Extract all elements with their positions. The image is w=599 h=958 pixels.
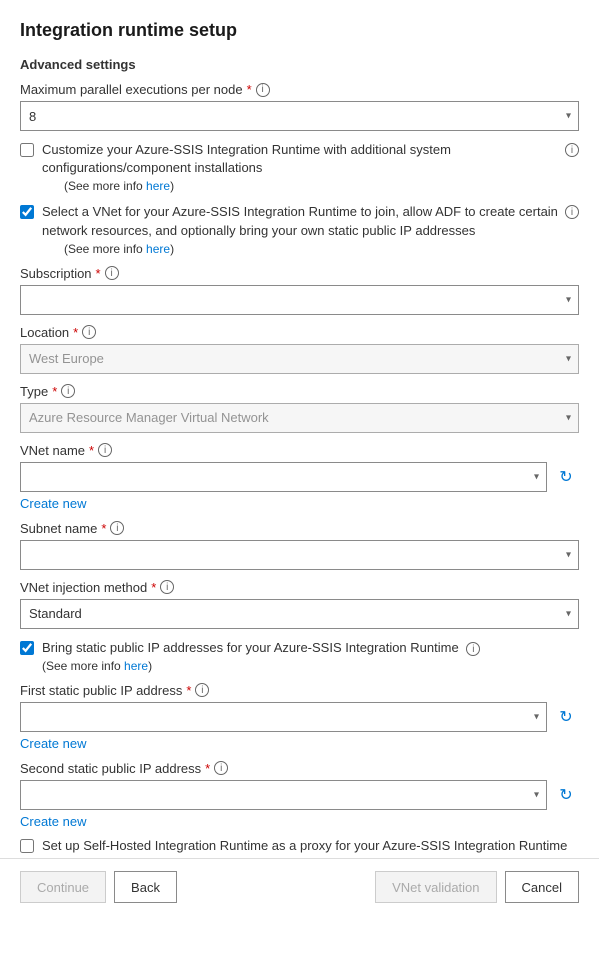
max-parallel-select[interactable]: 8 1 2 4 16 xyxy=(20,101,579,131)
customize-ssis-info-icon[interactable]: i xyxy=(565,143,579,157)
vnet-injection-label: VNet injection method * i xyxy=(20,580,579,595)
first-static-ip-refresh-button[interactable]: ↻ xyxy=(553,702,579,732)
self-hosted-checkbox[interactable] xyxy=(20,839,34,853)
first-static-ip-select-wrapper: ▾ xyxy=(20,702,547,732)
subscription-info-icon[interactable]: i xyxy=(105,266,119,280)
second-static-ip-row: ▾ ↻ xyxy=(20,780,579,810)
first-static-ip-required: * xyxy=(186,683,191,698)
second-static-ip-refresh-button[interactable]: ↻ xyxy=(553,780,579,810)
second-static-ip-select[interactable] xyxy=(20,780,547,810)
max-parallel-select-wrapper: 8 1 2 4 16 ▾ xyxy=(20,101,579,131)
continue-button[interactable]: Continue xyxy=(20,871,106,903)
vnet-name-row: ▾ ↻ xyxy=(20,462,579,492)
vnet-name-required: * xyxy=(89,443,94,458)
subscription-select-wrapper: ▾ xyxy=(20,285,579,315)
subnet-name-required: * xyxy=(101,521,106,536)
page-title: Integration runtime setup xyxy=(20,20,579,41)
subnet-name-label: Subnet name * i xyxy=(20,521,579,536)
subscription-select[interactable] xyxy=(20,285,579,315)
location-select-wrapper: West Europe ▾ xyxy=(20,344,579,374)
location-info-icon[interactable]: i xyxy=(82,325,96,339)
customize-ssis-here-link[interactable]: here xyxy=(146,179,170,193)
bring-static-ip-label: Bring static public IP addresses for you… xyxy=(42,640,459,655)
vnet-name-select[interactable] xyxy=(20,462,547,492)
vnet-name-label: VNet name * i xyxy=(20,443,579,458)
type-required: * xyxy=(52,384,57,399)
first-static-ip-label: First static public IP address * i xyxy=(20,683,579,698)
customize-ssis-label: Customize your Azure-SSIS Integration Ru… xyxy=(42,142,451,175)
second-static-ip-required: * xyxy=(205,761,210,776)
type-select[interactable]: Azure Resource Manager Virtual Network xyxy=(20,403,579,433)
type-label: Type * i xyxy=(20,384,579,399)
required-star: * xyxy=(247,82,252,97)
create-new-second-ip-link[interactable]: Create new xyxy=(20,814,86,829)
vnet-select-checkbox[interactable] xyxy=(20,205,34,219)
create-new-vnet-link[interactable]: Create new xyxy=(20,496,86,511)
customize-ssis-checkbox[interactable] xyxy=(20,143,34,157)
subscription-required: * xyxy=(96,266,101,281)
back-button[interactable]: Back xyxy=(114,871,177,903)
subnet-name-info-icon[interactable]: i xyxy=(110,521,124,535)
vnet-injection-select-wrapper: Standard Express ▾ xyxy=(20,599,579,629)
bring-static-ip-row: Bring static public IP addresses for you… xyxy=(20,639,579,673)
vnet-select-here-link[interactable]: here xyxy=(146,242,170,256)
vnet-name-select-wrapper: ▾ xyxy=(20,462,547,492)
location-select[interactable]: West Europe xyxy=(20,344,579,374)
vnet-validation-button[interactable]: VNet validation xyxy=(375,871,496,903)
type-info-icon[interactable]: i xyxy=(61,384,75,398)
customize-ssis-row: Customize your Azure-SSIS Integration Ru… xyxy=(20,141,579,193)
vnet-select-row: Select a VNet for your Azure-SSIS Integr… xyxy=(20,203,579,255)
customize-ssis-subtext: (See more info here) xyxy=(64,179,579,193)
vnet-name-info-icon[interactable]: i xyxy=(98,443,112,457)
advanced-settings-title: Advanced settings xyxy=(20,57,579,72)
max-parallel-info-icon[interactable]: i xyxy=(256,83,270,97)
self-hosted-label: Set up Self-Hosted Integration Runtime a… xyxy=(42,838,567,853)
type-select-wrapper: Azure Resource Manager Virtual Network ▾ xyxy=(20,403,579,433)
bring-static-ip-info-icon[interactable]: i xyxy=(466,642,480,656)
vnet-select-label: Select a VNet for your Azure-SSIS Integr… xyxy=(42,204,558,237)
create-new-first-ip-link[interactable]: Create new xyxy=(20,736,86,751)
bring-static-ip-subtext: (See more info here) xyxy=(42,659,480,673)
vnet-select-subtext: (See more info here) xyxy=(64,242,579,256)
second-static-ip-select-wrapper: ▾ xyxy=(20,780,547,810)
subscription-label: Subscription * i xyxy=(20,266,579,281)
location-label: Location * i xyxy=(20,325,579,340)
first-static-ip-info-icon[interactable]: i xyxy=(195,683,209,697)
location-required: * xyxy=(73,325,78,340)
bring-static-ip-here-link[interactable]: here xyxy=(124,659,148,673)
subnet-name-select[interactable] xyxy=(20,540,579,570)
subnet-name-select-wrapper: ▾ xyxy=(20,540,579,570)
second-static-ip-label: Second static public IP address * i xyxy=(20,761,579,776)
max-parallel-label: Maximum parallel executions per node * i xyxy=(20,82,579,97)
vnet-injection-required: * xyxy=(151,580,156,595)
first-static-ip-select[interactable] xyxy=(20,702,547,732)
bring-static-ip-checkbox[interactable] xyxy=(20,641,34,655)
second-static-ip-info-icon[interactable]: i xyxy=(214,761,228,775)
vnet-injection-info-icon[interactable]: i xyxy=(160,580,174,594)
first-static-ip-row: ▾ ↻ xyxy=(20,702,579,732)
cancel-button[interactable]: Cancel xyxy=(505,871,579,903)
vnet-name-refresh-button[interactable]: ↻ xyxy=(553,462,579,492)
vnet-injection-select[interactable]: Standard Express xyxy=(20,599,579,629)
footer: Continue Back VNet validation Cancel xyxy=(0,858,599,915)
